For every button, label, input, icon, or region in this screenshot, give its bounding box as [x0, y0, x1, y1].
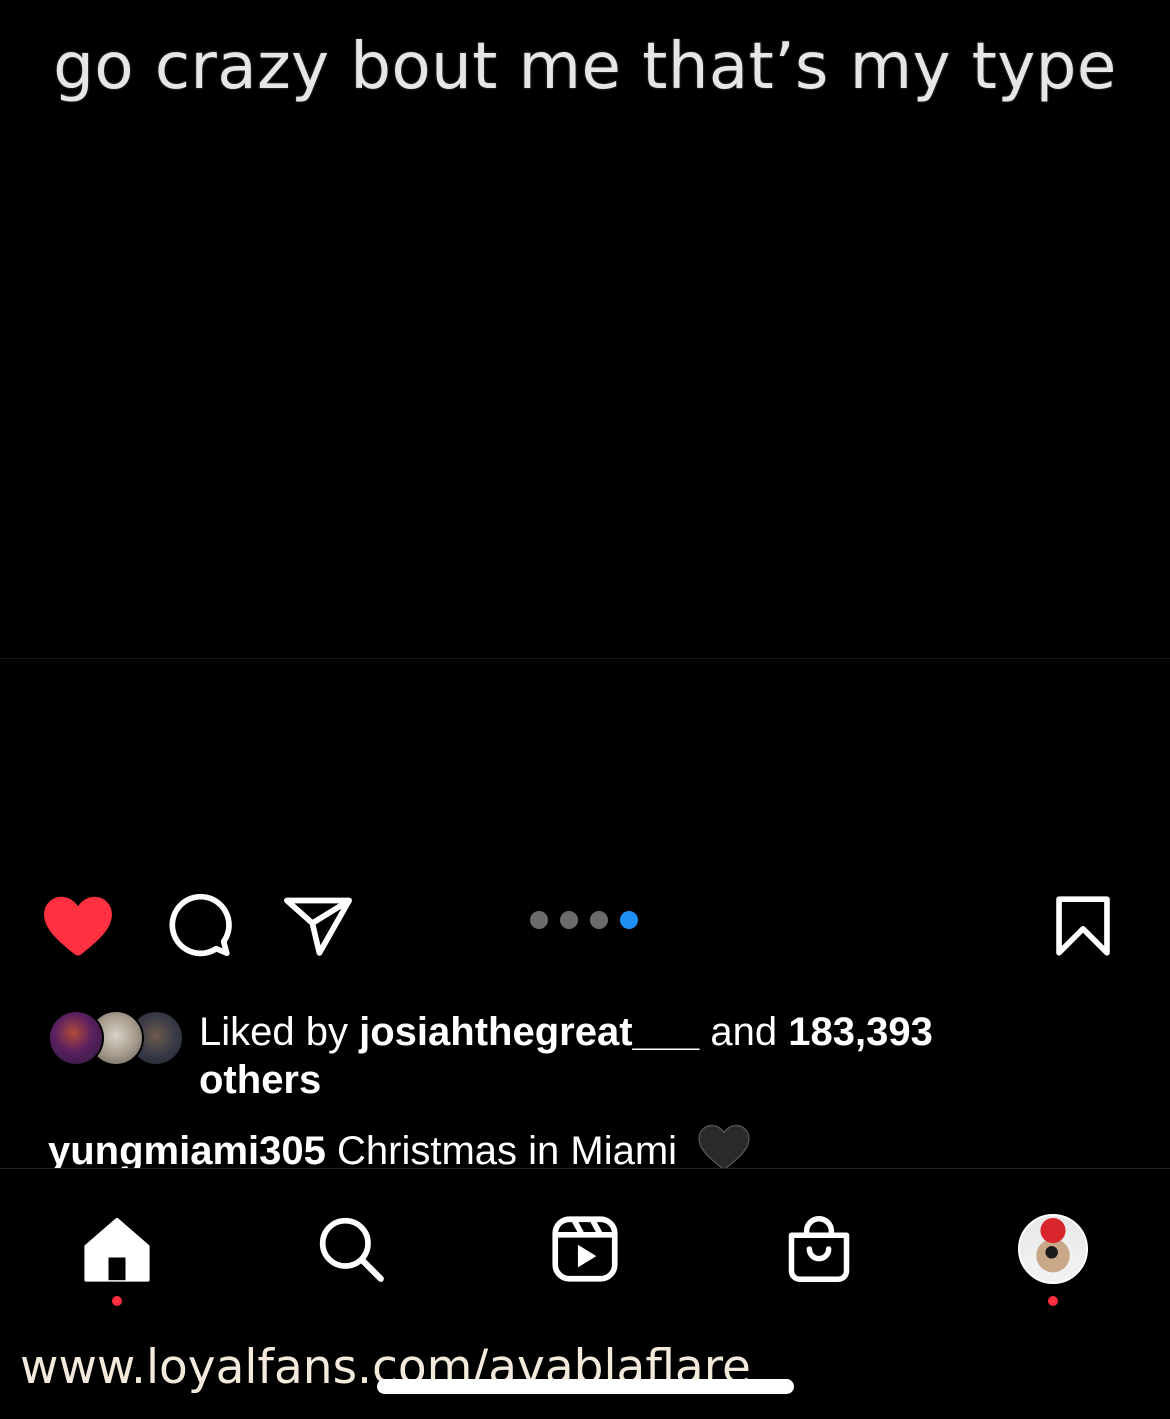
avatar	[48, 1010, 104, 1066]
search-icon	[319, 1217, 384, 1282]
share-button[interactable]	[282, 893, 354, 959]
liker-avatars[interactable]	[48, 1010, 184, 1066]
carousel-dot	[590, 911, 608, 929]
carousel-dot	[560, 911, 578, 929]
paper-plane-icon	[284, 897, 352, 956]
heart-filled-icon	[44, 896, 112, 956]
post-image[interactable]: go crazy bout me that’s my type	[0, 0, 1170, 659]
caption-text: Christmas in Miami	[337, 1129, 678, 1168]
bottom-navigation	[0, 1168, 1170, 1319]
likes-prefix: Liked by	[199, 1010, 360, 1054]
post-action-bar	[0, 885, 1170, 965]
nav-home[interactable]	[77, 1209, 157, 1289]
save-button[interactable]	[1050, 891, 1116, 961]
bookmark-icon	[1056, 896, 1110, 956]
carousel-indicator	[530, 911, 638, 929]
carousel-dot-active	[620, 911, 638, 929]
nav-profile[interactable]	[1013, 1209, 1093, 1289]
nav-search[interactable]	[311, 1209, 391, 1289]
nav-reels[interactable]	[545, 1209, 625, 1289]
comment-bubble-icon	[169, 893, 232, 957]
home-indicator-bar[interactable]	[377, 1379, 794, 1394]
likes-others-link[interactable]: others	[199, 1058, 321, 1102]
like-button[interactable]	[40, 893, 116, 959]
caption-username-link[interactable]: yungmiami305	[48, 1129, 326, 1168]
comment-button[interactable]	[162, 891, 236, 961]
shop-icon	[788, 1216, 850, 1282]
likes-middle: and	[699, 1010, 789, 1054]
home-icon	[84, 1217, 150, 1282]
post-image-text: go crazy bout me that’s my type	[53, 30, 1117, 104]
carousel-dot	[530, 911, 548, 929]
reels-icon	[552, 1216, 618, 1282]
home-notification-dot	[112, 1296, 122, 1306]
likes-count-link[interactable]: 183,393	[788, 1010, 933, 1054]
liker-username-link[interactable]: josiahthegreat___	[359, 1010, 699, 1054]
profile-notification-dot	[1048, 1296, 1058, 1306]
likes-text: Liked by josiahthegreat___ and 183,393 ot…	[199, 1008, 1099, 1104]
black-heart-icon	[698, 1124, 750, 1168]
nav-shop[interactable]	[779, 1209, 859, 1289]
post-caption: yungmiami305 Christmas in Miami	[48, 1124, 1148, 1168]
profile-avatar	[1018, 1214, 1088, 1284]
